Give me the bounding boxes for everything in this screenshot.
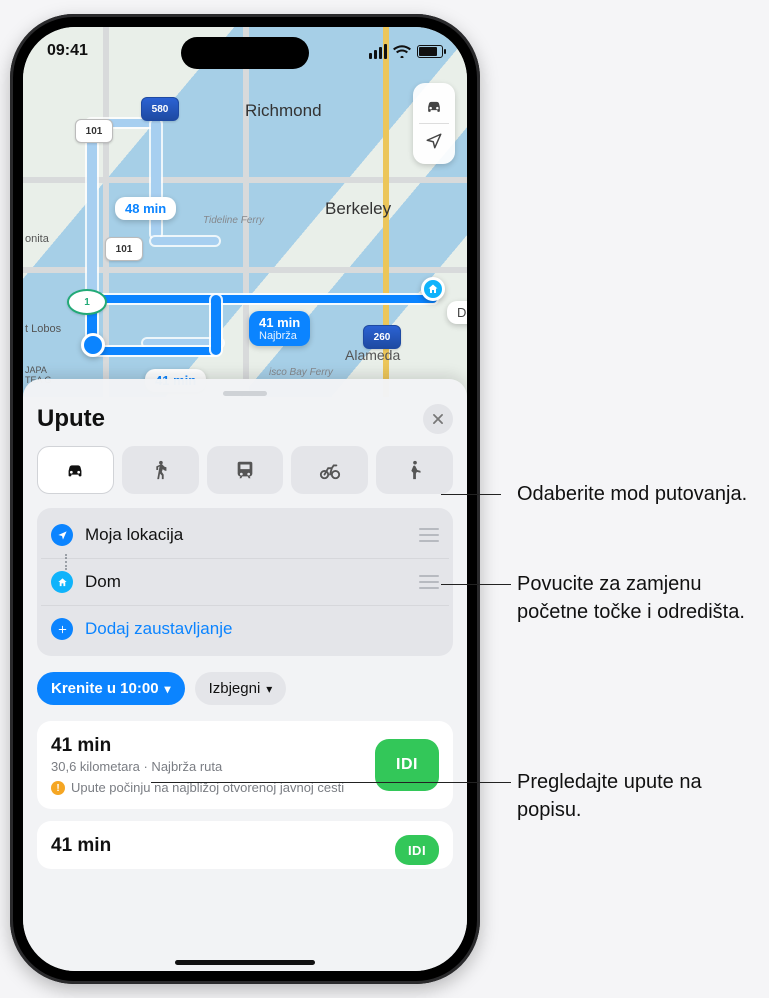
route-card[interactable]: 41 min IDI [37,821,453,869]
destination-pin[interactable] [421,277,445,301]
plus-icon [51,618,73,640]
stop-from-row[interactable]: Moja lokacija [41,512,449,558]
route-time-bubble-primary[interactable]: 41 min Najbrža [249,311,310,346]
avoid-label: Izbjegni [209,680,261,697]
reorder-handle-icon[interactable] [419,575,439,589]
close-button[interactable] [423,404,453,434]
highway-shield-101: 101 [75,119,113,143]
map-label-alameda: Alameda [345,347,400,363]
go-button-label: IDI [396,756,418,774]
route-time-bubble-alt1[interactable]: 48 min [115,197,176,220]
cellular-icon [369,44,387,59]
stop-from-label: Moja lokacija [85,525,407,545]
add-stop-label: Dodaj zaustavljanje [85,619,439,639]
map-view[interactable]: Dom 101 101 580 260 1 48 min 41 min 41 m… [23,27,467,397]
mode-cycling[interactable] [291,446,368,494]
route-card[interactable]: 41 min 30,6 kilometara · Najbrža ruta ! … [37,721,453,809]
mode-rideshare[interactable] [376,446,453,494]
route-options: Krenite u 10:00 ▾ Izbjegni ▾ [37,672,453,705]
callout-modes: Odaberite mod putovanja. [517,480,747,508]
route-time: 41 min [51,735,363,757]
chevron-down-icon: ▾ [165,682,171,696]
phone-frame: 09:41 [10,14,480,984]
battery-icon [417,45,443,58]
map-label-sfbayferry: isco Bay Ferry [269,367,333,378]
map-label-berkeley: Berkeley [325,199,391,219]
destination-label: Dom [447,301,467,324]
recenter-button[interactable] [413,124,455,158]
status-time: 09:41 [47,42,88,60]
map-label-bonita: onita [25,233,49,245]
callout-list: Pregledajte upute na popisu. [517,768,757,824]
map-controls [413,83,455,164]
dynamic-island [181,37,309,69]
chevron-down-icon: ▾ [266,682,272,696]
sheet-title: Upute [37,405,105,433]
stops-card: Moja lokacija Dom Dodaj [37,508,453,656]
map-label-tideline: Tideline Ferry [203,215,264,226]
stop-to-row[interactable]: Dom [41,558,449,605]
reorder-handle-icon[interactable] [419,528,439,542]
location-arrow-icon [51,524,73,546]
wifi-icon [393,44,411,58]
map-mode-button[interactable] [413,89,455,123]
travel-mode-segmented [37,446,453,494]
state-route-shield-1: 1 [67,289,107,315]
map-label-ptlobos: t Lobos [25,323,61,335]
directions-sheet: Upute [23,379,467,971]
screen: 09:41 [23,27,467,971]
avoid-options-pill[interactable]: Izbjegni ▾ [195,672,287,705]
interstate-shield-580: 580 [141,97,179,121]
go-button[interactable]: IDI [395,835,439,865]
go-button[interactable]: IDI [375,739,439,791]
route-distance: 30,6 kilometara · Najbrža ruta [51,759,363,774]
mode-transit[interactable] [207,446,284,494]
depart-time-pill[interactable]: Krenite u 10:00 ▾ [37,672,185,705]
route-time: 41 min [51,835,383,857]
mode-walking[interactable] [122,446,199,494]
mode-driving[interactable] [37,446,114,494]
map-label-richmond: Richmond [245,101,322,121]
add-stop-row[interactable]: Dodaj zaustavljanje [41,605,449,652]
go-button-label: IDI [408,843,426,858]
route-bubble-time: 41 min [259,315,300,330]
home-icon [51,571,73,593]
highway-shield-101: 101 [105,237,143,261]
sheet-grabber[interactable] [223,391,267,396]
home-indicator[interactable] [175,960,315,965]
route-bubble-sub: Najbrža [259,330,300,342]
current-location-pin[interactable] [81,333,105,357]
stop-to-label: Dom [85,572,407,592]
callout-drag: Povucite za zamjenu početne točke i odre… [517,570,757,626]
depart-time-label: Krenite u 10:00 [51,680,159,697]
warning-icon: ! [51,781,65,795]
interstate-shield-260: 260 [363,325,401,349]
